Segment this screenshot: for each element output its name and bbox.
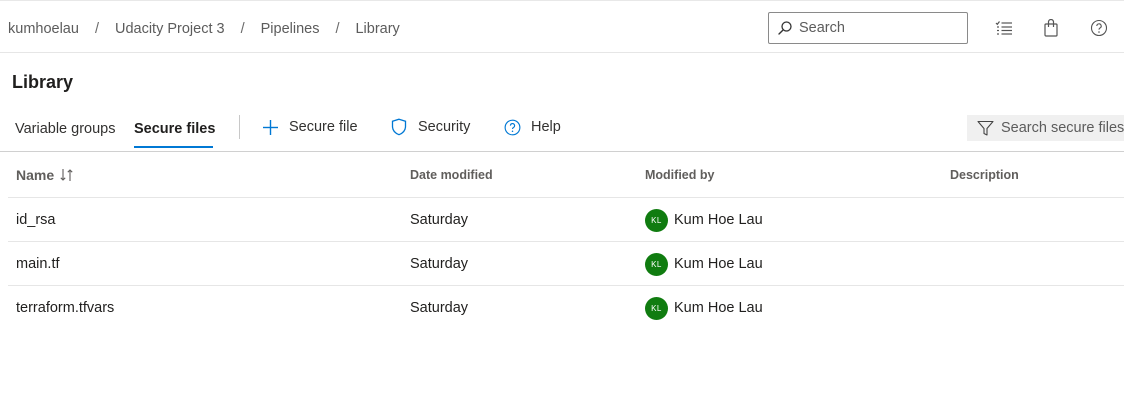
breadcrumb-library[interactable]: Library — [355, 21, 399, 37]
global-search[interactable] — [768, 12, 968, 44]
secure-files-filter[interactable] — [967, 115, 1124, 141]
security-label: Security — [418, 119, 471, 135]
shield-icon — [390, 118, 408, 136]
sort-icon — [60, 168, 74, 182]
column-name-label: Name — [16, 167, 55, 183]
modified-by-name: Kum Hoe Lau — [674, 300, 763, 316]
avatar: KL — [645, 252, 668, 276]
modified-by: KL Kum Hoe Lau — [645, 198, 763, 242]
tab-variable-groups[interactable]: Variable groups — [15, 110, 116, 148]
modified-by: KL Kum Hoe Lau — [645, 242, 763, 286]
date-modified: Saturday — [410, 212, 469, 228]
filter-icon — [977, 120, 994, 137]
add-secure-file-label: Secure file — [289, 119, 358, 135]
file-name[interactable]: terraform.tfvars — [16, 286, 114, 330]
help-circle-icon[interactable] — [1089, 18, 1109, 38]
tabs-divider — [239, 115, 240, 139]
search-icon — [777, 20, 793, 36]
search-input[interactable] — [799, 20, 959, 36]
table-row[interactable]: terraform.tfvars Saturday KL Kum Hoe Lau — [8, 286, 1124, 330]
shopping-bag-icon[interactable] — [1041, 18, 1061, 38]
modified-by: KL Kum Hoe Lau — [645, 286, 763, 330]
breadcrumb-separator: / — [94, 20, 99, 37]
file-name[interactable]: id_rsa — [16, 198, 56, 242]
avatar: KL — [645, 296, 668, 320]
help-label: Help — [531, 119, 561, 135]
avatar: KL — [645, 208, 668, 232]
column-header-date-modified[interactable]: Date modified — [410, 152, 493, 198]
breadcrumb-separator: / — [240, 20, 245, 37]
modified-by-name: Kum Hoe Lau — [674, 212, 763, 228]
modified-by-name: Kum Hoe Lau — [674, 256, 763, 272]
page-title: Library — [12, 72, 74, 92]
breadcrumb: kumhoelau / Udacity Project 3 / Pipeline… — [8, 4, 400, 53]
tabs-bar: Variable groups Secure files Secure file… — [0, 110, 1124, 152]
secure-files-table: Name Date modified Modified by Descripti… — [8, 152, 1124, 330]
breadcrumb-separator: / — [335, 20, 340, 37]
breadcrumb-pipelines[interactable]: Pipelines — [261, 21, 320, 37]
plus-icon — [262, 119, 279, 136]
file-name[interactable]: main.tf — [16, 242, 60, 286]
help-circle-icon — [504, 119, 521, 136]
column-header-modified-by[interactable]: Modified by — [645, 152, 714, 198]
task-list-icon[interactable] — [994, 18, 1014, 38]
breadcrumb-organization[interactable]: kumhoelau — [8, 21, 79, 37]
date-modified: Saturday — [410, 300, 469, 316]
column-header-description[interactable]: Description — [950, 152, 1019, 198]
table-row[interactable]: id_rsa Saturday KL Kum Hoe Lau — [8, 198, 1124, 242]
breadcrumb-project[interactable]: Udacity Project 3 — [115, 21, 225, 37]
security-button[interactable]: Security — [390, 110, 470, 144]
table-header: Name Date modified Modified by Descripti… — [8, 152, 1124, 198]
column-header-name[interactable]: Name — [16, 152, 74, 198]
date-modified: Saturday — [410, 256, 469, 272]
table-row[interactable]: main.tf Saturday KL Kum Hoe Lau — [8, 242, 1124, 286]
help-button[interactable]: Help — [504, 110, 561, 144]
filter-input[interactable] — [1001, 120, 1124, 136]
active-tab-indicator — [134, 146, 213, 148]
add-secure-file-button[interactable]: Secure file — [262, 110, 358, 144]
header-bar: kumhoelau / Udacity Project 3 / Pipeline… — [0, 4, 1124, 53]
tab-secure-files[interactable]: Secure files — [134, 110, 215, 148]
